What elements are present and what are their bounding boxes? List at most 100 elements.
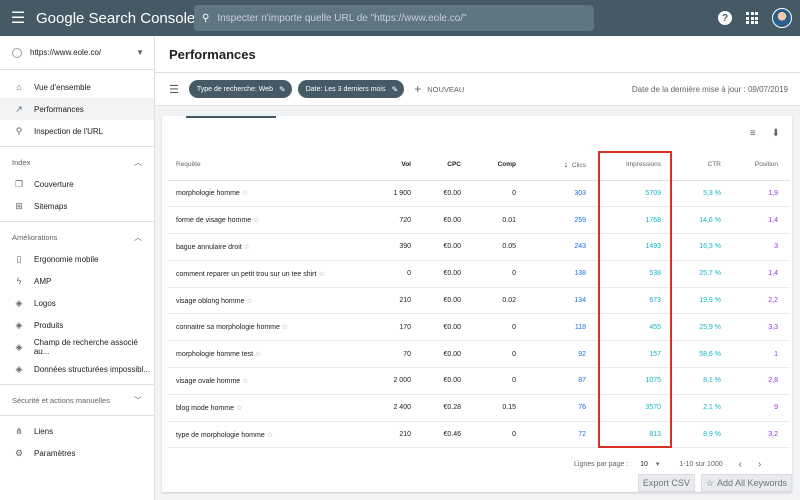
next-page-icon[interactable]: › xyxy=(758,459,761,470)
cell-query-text: connaitre sa morphologie homme xyxy=(176,324,280,332)
sidebar-item-amp[interactable]: ϟ AMP xyxy=(0,270,154,292)
sidebar-item-sitemaps[interactable]: ⊞ Sitemaps xyxy=(0,195,154,217)
col-vol[interactable]: Vol xyxy=(368,150,423,181)
section-security[interactable]: Sécurité et actions manuelles ﹀ xyxy=(0,389,154,411)
star-icon[interactable]: ☆ xyxy=(255,351,261,358)
sidebar-item-logos[interactable]: ◈ Logos xyxy=(0,292,154,314)
help-icon[interactable]: ? xyxy=(718,11,732,25)
sidebar-item-settings[interactable]: ⚙ Paramètres xyxy=(0,442,154,464)
cell-query: visage ovale homme ☆ xyxy=(168,367,368,395)
col-clicks[interactable]: ↓ Clics xyxy=(528,150,598,181)
col-comp[interactable]: Comp xyxy=(473,150,528,181)
cell-clicks: 118 xyxy=(528,313,598,342)
cell-clicks-text: 303 xyxy=(574,189,586,197)
sidebar-item-sitelinks-searchbox[interactable]: ◈ Champ de recherche associé au... xyxy=(0,336,154,358)
plus-icon: + xyxy=(414,82,422,96)
section-improvements[interactable]: Améliorations ︿ xyxy=(0,226,154,248)
star-icon[interactable]: ☆ xyxy=(318,271,324,278)
table-row[interactable]: blog mode homme ☆ 2 400 €0.28 0.15 76 3570 2,1 … xyxy=(168,394,790,422)
table-row[interactable]: visage ovale homme ☆ 2 000 €0.00 0 87 1075 8,1 … xyxy=(168,367,790,395)
apps-icon[interactable] xyxy=(746,12,758,24)
cell-clicks-text: 259 xyxy=(574,216,586,224)
cell-ctr-text: 58,6 % xyxy=(699,350,721,358)
download-icon[interactable]: ⬇ xyxy=(772,128,780,139)
sidebar-item-links[interactable]: ⋔ Liens xyxy=(0,420,154,442)
add-all-keywords-button[interactable]: ☆ Add All Keywords xyxy=(700,474,792,492)
star-icon[interactable]: ☆ xyxy=(253,217,259,224)
cell-comp: 0.01 xyxy=(473,206,528,235)
col-impressions[interactable]: Impressions xyxy=(598,150,673,181)
cell-cpc: €0.00 xyxy=(423,260,473,288)
cell-cpc-text: €0.00 xyxy=(443,297,461,305)
new-filter-button[interactable]: + NOUVEAU xyxy=(414,82,464,96)
sidebar-item-mobile-usability[interactable]: ▯ Ergonomie mobile xyxy=(0,248,154,270)
export-csv-button[interactable]: Export CSV xyxy=(637,474,695,492)
col-position[interactable]: Position xyxy=(733,150,790,181)
sidebar-item-label: Logos xyxy=(34,298,56,308)
cell-comp-text: 0 xyxy=(512,431,516,439)
table-row[interactable]: forme de visage homme ☆ 720 €0.00 0.01 259 176… xyxy=(168,206,790,235)
cell-vol-text: 70 xyxy=(403,350,411,358)
table-row[interactable]: bague annulaire droit ☆ 390 €0.00 0.05 243 149… xyxy=(168,233,790,261)
sidebar-item-label: Sitemaps xyxy=(34,201,68,211)
filter-rows-icon[interactable]: ≡ xyxy=(750,128,756,139)
prev-page-icon[interactable]: ‹ xyxy=(739,459,742,470)
star-icon[interactable]: ☆ xyxy=(282,324,288,331)
cell-vol: 1 900 xyxy=(368,180,423,208)
table-row[interactable]: comment reparer un petit trou sur un tee… xyxy=(168,260,790,288)
cell-ctr: 16,3 % xyxy=(673,233,733,261)
filter-chip-date[interactable]: Date: Les 3 derniers mois ✎ xyxy=(297,80,405,98)
cell-position: 2,2 xyxy=(733,287,790,315)
cell-impressions-text: 1075 xyxy=(645,377,661,385)
rows-per-page-select[interactable]: 10 xyxy=(640,461,648,468)
search-input[interactable] xyxy=(217,12,578,24)
star-icon[interactable]: ☆ xyxy=(267,432,273,439)
cell-ctr-text: 5,3 % xyxy=(703,189,721,197)
avatar[interactable] xyxy=(772,8,792,28)
url-inspection-search[interactable]: ⚲ xyxy=(194,5,594,31)
chevron-up-icon: ︿ xyxy=(134,157,142,167)
sidebar-item-overview[interactable]: ⌂ Vue d'ensemble xyxy=(0,76,154,98)
cell-clicks: 72 xyxy=(528,421,598,449)
new-filter-label: NOUVEAU xyxy=(427,84,465,94)
star-icon[interactable]: ☆ xyxy=(244,244,250,251)
cell-vol: 210 xyxy=(368,421,423,449)
filter-icon[interactable]: ☰ xyxy=(169,83,179,96)
property-selector[interactable]: https://www.eole.co/ ▼ xyxy=(0,36,154,70)
page-header: Performances xyxy=(155,36,800,72)
table-row[interactable]: connaitre sa morphologie homme ☆ 170 €0.00 0… xyxy=(168,313,790,342)
sidebar-item-coverage[interactable]: ❐ Couverture xyxy=(0,173,154,195)
col-ctr[interactable]: CTR xyxy=(673,150,733,181)
section-index[interactable]: Index ︿ xyxy=(0,151,154,173)
section-title: Améliorations xyxy=(12,232,58,242)
cell-position-text: 3,2 xyxy=(768,431,778,439)
sidebar-item-performance[interactable]: ↗ Performances xyxy=(0,98,154,120)
star-icon[interactable]: ☆ xyxy=(236,405,242,412)
table-row[interactable]: type de morphologie homme ☆ 210 €0.46 0 72 813… xyxy=(168,421,790,449)
col-cpc[interactable]: CPC xyxy=(423,150,473,181)
star-icon[interactable]: ☆ xyxy=(242,378,248,385)
sidebar: https://www.eole.co/ ▼ ⌂ Vue d'ensemble … xyxy=(0,36,155,500)
cell-vol: 170 xyxy=(368,313,423,342)
cell-vol-text: 1 900 xyxy=(393,189,411,197)
cell-comp-text: 0.01 xyxy=(502,216,516,224)
sidebar-item-unparsable-data[interactable]: ◈ Données structurées impossibl... xyxy=(0,358,154,380)
col-query[interactable]: Requête xyxy=(168,150,368,181)
filter-bar: ☰ Type de recherche: Web ✎ Date: Les 3 d… xyxy=(155,72,800,106)
menu-icon[interactable]: ☰ xyxy=(0,0,36,36)
cell-position: 1,9 xyxy=(733,180,790,208)
sidebar-item-label: Produits xyxy=(34,320,64,330)
cell-impressions-text: 538 xyxy=(649,270,661,278)
sidebar-item-url-inspection[interactable]: ⚲ Inspection de l'URL xyxy=(0,120,154,142)
star-icon[interactable]: ☆ xyxy=(242,190,248,197)
table-row[interactable]: morphologie homme test ☆ 70 €0.00 0 92 157 58,6… xyxy=(168,340,790,369)
table-row[interactable]: morphologie homme ☆ 1 900 €0.00 0 303 5709 5,3 … xyxy=(168,180,790,208)
table-row[interactable]: visage oblong homme ☆ 210 €0.00 0.02 134 673 19… xyxy=(168,287,790,315)
chevron-down-icon[interactable]: ▾ xyxy=(656,460,660,468)
filter-chip-search-type[interactable]: Type de recherche: Web ✎ xyxy=(188,80,292,98)
cell-impressions: 455 xyxy=(598,313,673,342)
sidebar-item-products[interactable]: ◈ Produits xyxy=(0,314,154,336)
cell-clicks: 138 xyxy=(528,260,598,288)
cell-position-text: 1,4 xyxy=(768,216,778,224)
star-icon[interactable]: ☆ xyxy=(247,298,253,305)
